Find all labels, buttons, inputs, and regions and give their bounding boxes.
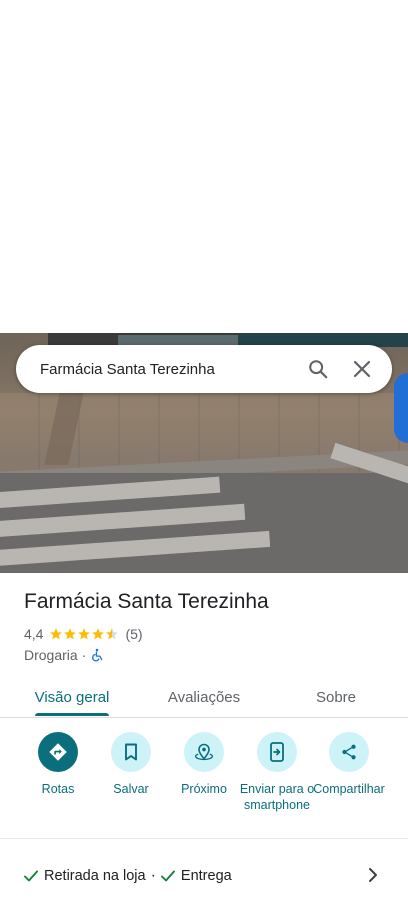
separator: · xyxy=(81,647,87,663)
check-icon xyxy=(160,870,175,882)
section-divider xyxy=(0,838,408,839)
category-row: Drogaria · xyxy=(24,646,104,664)
bookmark-icon xyxy=(125,743,137,761)
service-item: Retirada na loja xyxy=(24,868,146,884)
search-icon xyxy=(309,360,328,379)
tab-about[interactable]: Sobre xyxy=(300,676,372,718)
clear-search-button[interactable] xyxy=(340,347,384,391)
directions-button[interactable]: Rotas xyxy=(18,732,98,797)
separator: · xyxy=(150,867,156,884)
service-delivery-label: Entrega xyxy=(180,868,232,884)
rating-row[interactable]: 4,4 (5) xyxy=(24,625,143,643)
directions-label: Rotas xyxy=(41,782,75,796)
send-to-phone-label: Enviar para o smartphone xyxy=(239,782,315,812)
save-button-circle[interactable] xyxy=(111,732,151,772)
services-row[interactable]: Retirada na loja · Entrega xyxy=(0,858,408,894)
place-title: Farmácia Santa Terezinha xyxy=(24,590,269,613)
save-button[interactable]: Salvar xyxy=(91,732,171,797)
review-count[interactable]: (5) xyxy=(125,626,142,642)
search-button[interactable] xyxy=(296,347,340,391)
service-item: Entrega xyxy=(160,868,232,884)
share-button[interactable]: Compartilhar xyxy=(309,732,389,797)
half-star-icon xyxy=(106,628,119,640)
star-icon xyxy=(92,628,105,640)
check-icon xyxy=(24,870,38,882)
nearby-button[interactable]: Próximo xyxy=(164,732,244,797)
nearby-button-circle[interactable] xyxy=(184,732,224,772)
action-buttons: Rotas Salvar Próximo Enviar para o smart… xyxy=(0,732,408,832)
save-label: Salvar xyxy=(113,782,149,796)
search-query[interactable]: Farmácia Santa Terezinha xyxy=(40,361,296,378)
directions-icon xyxy=(49,743,67,761)
tab-bar: Visão geral Avaliações Sobre xyxy=(0,676,408,718)
send-to-phone-icon xyxy=(270,742,284,762)
chevron-right-icon[interactable] xyxy=(366,864,380,886)
tab-overview[interactable]: Visão geral xyxy=(24,676,120,718)
send-to-phone-button[interactable]: Enviar para o smartphone xyxy=(237,732,317,813)
tab-reviews[interactable]: Avaliações xyxy=(154,676,254,718)
star-icon xyxy=(78,628,91,640)
close-icon xyxy=(353,360,371,378)
nearby-icon xyxy=(194,743,214,761)
rating-stars xyxy=(49,627,119,641)
rating-value: 4,4 xyxy=(24,626,44,642)
active-tab-indicator xyxy=(35,713,109,716)
wheelchair-accessible-icon xyxy=(92,648,103,662)
share-icon xyxy=(342,744,356,760)
share-button-circle[interactable] xyxy=(329,732,369,772)
parked-car xyxy=(394,373,408,443)
send-to-phone-button-circle[interactable] xyxy=(257,732,297,772)
search-bar[interactable]: Farmácia Santa Terezinha xyxy=(16,345,392,393)
place-category: Drogaria xyxy=(24,647,78,663)
share-label: Compartilhar xyxy=(313,782,385,796)
star-icon xyxy=(50,628,63,640)
directions-button-circle[interactable] xyxy=(38,732,78,772)
star-icon xyxy=(64,628,77,640)
service-pickup-label: Retirada na loja xyxy=(44,868,146,884)
nearby-label: Próximo xyxy=(181,782,227,796)
